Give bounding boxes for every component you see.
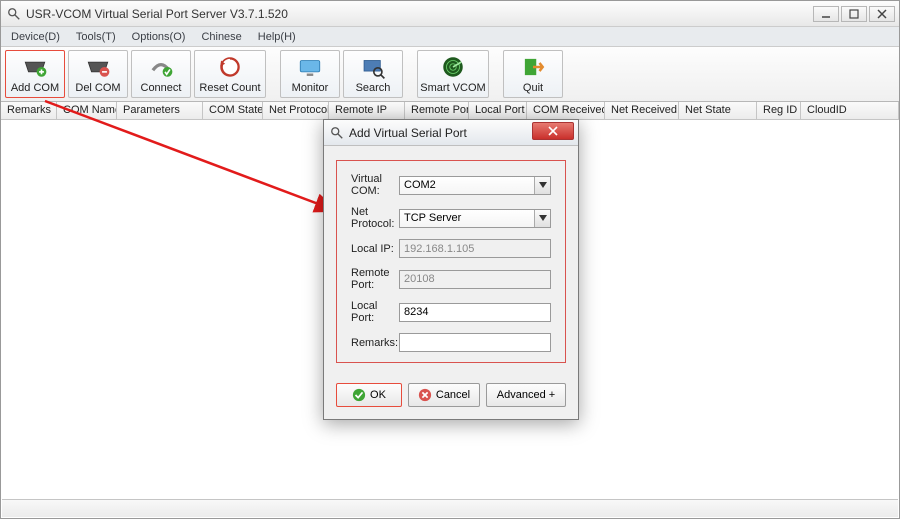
dialog-titlebar: Add Virtual Serial Port bbox=[324, 120, 578, 146]
add-com-button[interactable]: Add COM bbox=[5, 50, 65, 98]
advanced-label: Advanced + bbox=[497, 389, 555, 401]
window-titlebar: USR-VCOM Virtual Serial Port Server V3.7… bbox=[1, 1, 899, 27]
table-header: Remarks COM Name Parameters COM State Ne… bbox=[1, 102, 899, 120]
menu-bar: Device(D) Tools(T) Options(O) Chinese He… bbox=[1, 27, 899, 47]
col-net-state[interactable]: Net State bbox=[679, 102, 757, 119]
window-maximize-button[interactable] bbox=[841, 6, 867, 22]
dialog-icon bbox=[330, 126, 344, 140]
status-bar bbox=[2, 499, 898, 517]
reset-count-button[interactable]: Reset Count bbox=[194, 50, 266, 98]
remarks-field[interactable] bbox=[399, 333, 551, 352]
menu-tools[interactable]: Tools(T) bbox=[68, 29, 124, 45]
serial-port-add-icon bbox=[22, 54, 48, 80]
col-com-state[interactable]: COM State bbox=[203, 102, 263, 119]
ok-label: OK bbox=[370, 389, 386, 401]
toolbar-label: Add COM bbox=[11, 82, 59, 94]
col-remote-port[interactable]: Remote Port bbox=[405, 102, 469, 119]
dialog-field-group: Virtual COM: Net Protocol: Local IP: Rem… bbox=[336, 160, 566, 363]
local-ip-label: Local IP: bbox=[351, 243, 399, 255]
net-protocol-label: Net Protocol: bbox=[351, 206, 399, 230]
remarks-label: Remarks: bbox=[351, 337, 399, 349]
col-remote-ip[interactable]: Remote IP bbox=[329, 102, 405, 119]
toolbar-label: Search bbox=[356, 82, 391, 94]
ok-button[interactable]: OK bbox=[336, 383, 402, 407]
connect-icon bbox=[148, 54, 174, 80]
cancel-button[interactable]: Cancel bbox=[408, 383, 480, 407]
dialog-title: Add Virtual Serial Port bbox=[349, 126, 532, 140]
toolbar-label: Reset Count bbox=[199, 82, 260, 94]
col-com-name[interactable]: COM Name bbox=[57, 102, 117, 119]
monitor-icon bbox=[297, 54, 323, 80]
del-com-button[interactable]: Del COM bbox=[68, 50, 128, 98]
cancel-icon bbox=[418, 388, 432, 402]
virtual-com-label: Virtual COM: bbox=[351, 173, 399, 197]
app-icon bbox=[7, 7, 21, 21]
search-button[interactable]: Search bbox=[343, 50, 403, 98]
monitor-button[interactable]: Monitor bbox=[280, 50, 340, 98]
radar-icon bbox=[440, 54, 466, 80]
remote-port-label: Remote Port: bbox=[351, 267, 399, 291]
serial-port-del-icon bbox=[85, 54, 111, 80]
reset-icon bbox=[217, 54, 243, 80]
window-minimize-button[interactable] bbox=[813, 6, 839, 22]
menu-options[interactable]: Options(O) bbox=[124, 29, 194, 45]
remote-port-field bbox=[399, 270, 551, 289]
col-reg-id[interactable]: Reg ID bbox=[757, 102, 801, 119]
menu-device[interactable]: Device(D) bbox=[3, 29, 68, 45]
smart-vcom-button[interactable]: Smart VCOM bbox=[417, 50, 489, 98]
toolbar-label: Connect bbox=[141, 82, 182, 94]
add-virtual-serial-port-dialog: Add Virtual Serial Port Virtual COM: Net… bbox=[323, 119, 579, 420]
toolbar-label: Del COM bbox=[75, 82, 120, 94]
local-ip-field bbox=[399, 239, 551, 258]
col-cloud-id[interactable]: CloudID bbox=[801, 102, 899, 119]
col-remarks[interactable]: Remarks bbox=[1, 102, 57, 119]
virtual-com-select[interactable] bbox=[399, 176, 551, 195]
window-title: USR-VCOM Virtual Serial Port Server V3.7… bbox=[26, 7, 813, 21]
col-local-port[interactable]: Local Port bbox=[469, 102, 527, 119]
connect-button[interactable]: Connect bbox=[131, 50, 191, 98]
advanced-button[interactable]: Advanced + bbox=[486, 383, 566, 407]
col-net-protocol[interactable]: Net Protocol bbox=[263, 102, 329, 119]
dialog-close-button[interactable] bbox=[532, 122, 574, 140]
col-net-received[interactable]: Net Received bbox=[605, 102, 679, 119]
col-com-received[interactable]: COM Received bbox=[527, 102, 605, 119]
toolbar-label: Smart VCOM bbox=[420, 82, 485, 94]
local-port-label: Local Port: bbox=[351, 300, 399, 324]
local-port-field[interactable] bbox=[399, 303, 551, 322]
toolbar: Add COM Del COM Connect Reset Count Moni… bbox=[1, 47, 899, 102]
window-close-button[interactable] bbox=[869, 6, 895, 22]
toolbar-label: Quit bbox=[523, 82, 543, 94]
cancel-label: Cancel bbox=[436, 389, 470, 401]
menu-chinese[interactable]: Chinese bbox=[193, 29, 249, 45]
check-icon bbox=[352, 388, 366, 402]
quit-icon bbox=[520, 54, 546, 80]
net-protocol-select[interactable] bbox=[399, 209, 551, 228]
menu-help[interactable]: Help(H) bbox=[250, 29, 304, 45]
col-parameters[interactable]: Parameters bbox=[117, 102, 203, 119]
quit-button[interactable]: Quit bbox=[503, 50, 563, 98]
toolbar-label: Monitor bbox=[292, 82, 329, 94]
search-icon bbox=[360, 54, 386, 80]
